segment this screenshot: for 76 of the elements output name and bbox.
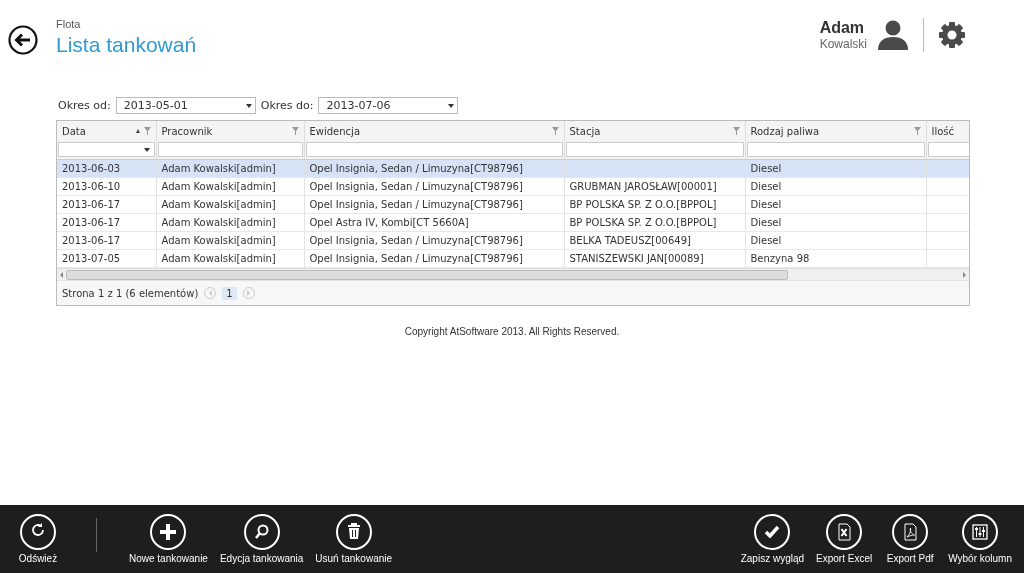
trash-icon [335, 514, 372, 550]
column-header[interactable]: Pracownik [156, 121, 304, 141]
table-cell: 2013-06-17 [62, 235, 121, 246]
column-header[interactable]: Ilość [926, 121, 969, 141]
table-cell: Opel Insignia, Sedan / Limuzyna[CT98796] [309, 199, 523, 210]
pager-summary: Strona 1 z 1 (6 elementów) [62, 287, 199, 299]
breadcrumb[interactable]: Flota [56, 18, 820, 30]
filter-dropdown[interactable] [58, 142, 155, 157]
date-dropdown[interactable]: 2013-05-01 [115, 97, 256, 114]
filter-icon[interactable] [551, 127, 559, 135]
column-header[interactable]: Rodzaj paliwa [745, 121, 926, 141]
filter-label: Okres do: [260, 99, 314, 112]
excel-icon [826, 514, 863, 550]
sliders-icon [962, 514, 999, 550]
table-cell: STANISZEWSKI JAN[00089] [569, 253, 704, 264]
table-cell: Diesel [750, 235, 782, 246]
table-cell: BELKA TADEUSZ[00649] [569, 235, 691, 246]
table-cell: Opel Insignia, Sedan / Limuzyna[CT98796] [309, 253, 523, 264]
table-cell: Opel Insignia, Sedan / Limuzyna[CT98796] [309, 181, 523, 192]
table-cell: Opel Insignia, Sedan / Limuzyna[CT98796] [309, 163, 523, 174]
table-cell: BP POLSKA SP. Z O.O.[BPPOL] [569, 199, 717, 210]
filter-icon[interactable] [913, 127, 921, 135]
caret-icon [143, 147, 150, 152]
app-bar-button[interactable]: Export Pdf [880, 514, 941, 564]
table-cell: Adam Kowalski[admin] [161, 199, 276, 210]
table-cell: Adam Kowalski[admin] [161, 253, 276, 264]
user-first-name: Adam [819, 19, 865, 37]
table-cell: Adam Kowalski[admin] [161, 217, 276, 228]
page-title: Lista tankowań [56, 33, 198, 57]
app-bar-button[interactable]: Edycja tankowania [215, 514, 308, 564]
table-cell: Adam Kowalski[admin] [161, 235, 276, 246]
table-cell: Diesel [750, 199, 782, 210]
search-icon [243, 514, 280, 550]
table-cell: Adam Kowalski[admin] [161, 181, 276, 192]
horizontal-scrollbar[interactable] [57, 268, 969, 280]
app-bar-button[interactable]: Odśwież [8, 514, 68, 564]
app-bar-button[interactable]: Nowe tankowanie [125, 514, 212, 564]
user-last-name: Kowalski [819, 37, 867, 51]
date-dropdown[interactable]: 2013-07-06 [318, 97, 459, 114]
app-bar-button[interactable]: Zapisz wygląd [736, 514, 809, 564]
table-cell: 2013-07-05 [62, 253, 121, 264]
table-cell: Opel Astra IV, Kombi[CT 5660A] [309, 217, 469, 228]
table-cell: Diesel [750, 163, 782, 174]
table-cell: Opel Insignia, Sedan / Limuzyna[CT98796] [309, 235, 523, 246]
filter-label: Okres od: [58, 99, 111, 112]
table-cell: BP POLSKA SP. Z O.O.[BPPOL] [569, 217, 717, 228]
table-cell: GRUBMAN JAROSŁAW[00001] [569, 181, 717, 192]
copyright: Copyright AtSoftware 2013. All Rights Reserved. [404, 326, 620, 337]
table-cell: 2013-06-10 [62, 181, 121, 192]
app-bar-button[interactable]: Wybór kolumn [944, 514, 1016, 564]
filter-icon[interactable] [143, 127, 151, 135]
table-cell: Adam Kowalski[admin] [161, 163, 276, 174]
refresh-icon [20, 514, 56, 550]
plus-icon [150, 514, 187, 550]
filter-field[interactable] [305, 142, 563, 157]
filter-field[interactable] [746, 142, 925, 157]
filter-icon[interactable] [732, 127, 740, 135]
check-icon [754, 514, 791, 550]
app-bar-button[interactable]: Usuń tankowanie [311, 514, 397, 564]
table-cell: 2013-06-17 [62, 217, 121, 228]
filter-field[interactable] [157, 142, 303, 157]
table-cell: Diesel [750, 217, 782, 228]
table-cell: Benzyna 98 [750, 253, 810, 264]
back-icon[interactable] [8, 25, 38, 55]
filter-field[interactable] [565, 142, 744, 157]
filter-icon[interactable] [291, 127, 299, 135]
table-cell: 2013-06-17 [62, 199, 121, 210]
pdf-icon [892, 514, 929, 550]
table-cell: Diesel [750, 181, 782, 192]
column-header[interactable]: Stacja [564, 121, 745, 141]
page-button[interactable]: 1 [222, 286, 237, 300]
column-header[interactable]: Ewidencja [304, 121, 564, 141]
column-header[interactable]: Data [57, 121, 156, 141]
table-cell: 2013-06-03 [62, 163, 121, 174]
app-bar-button[interactable]: Export Excel [812, 514, 877, 564]
user-icon[interactable] [877, 20, 909, 50]
